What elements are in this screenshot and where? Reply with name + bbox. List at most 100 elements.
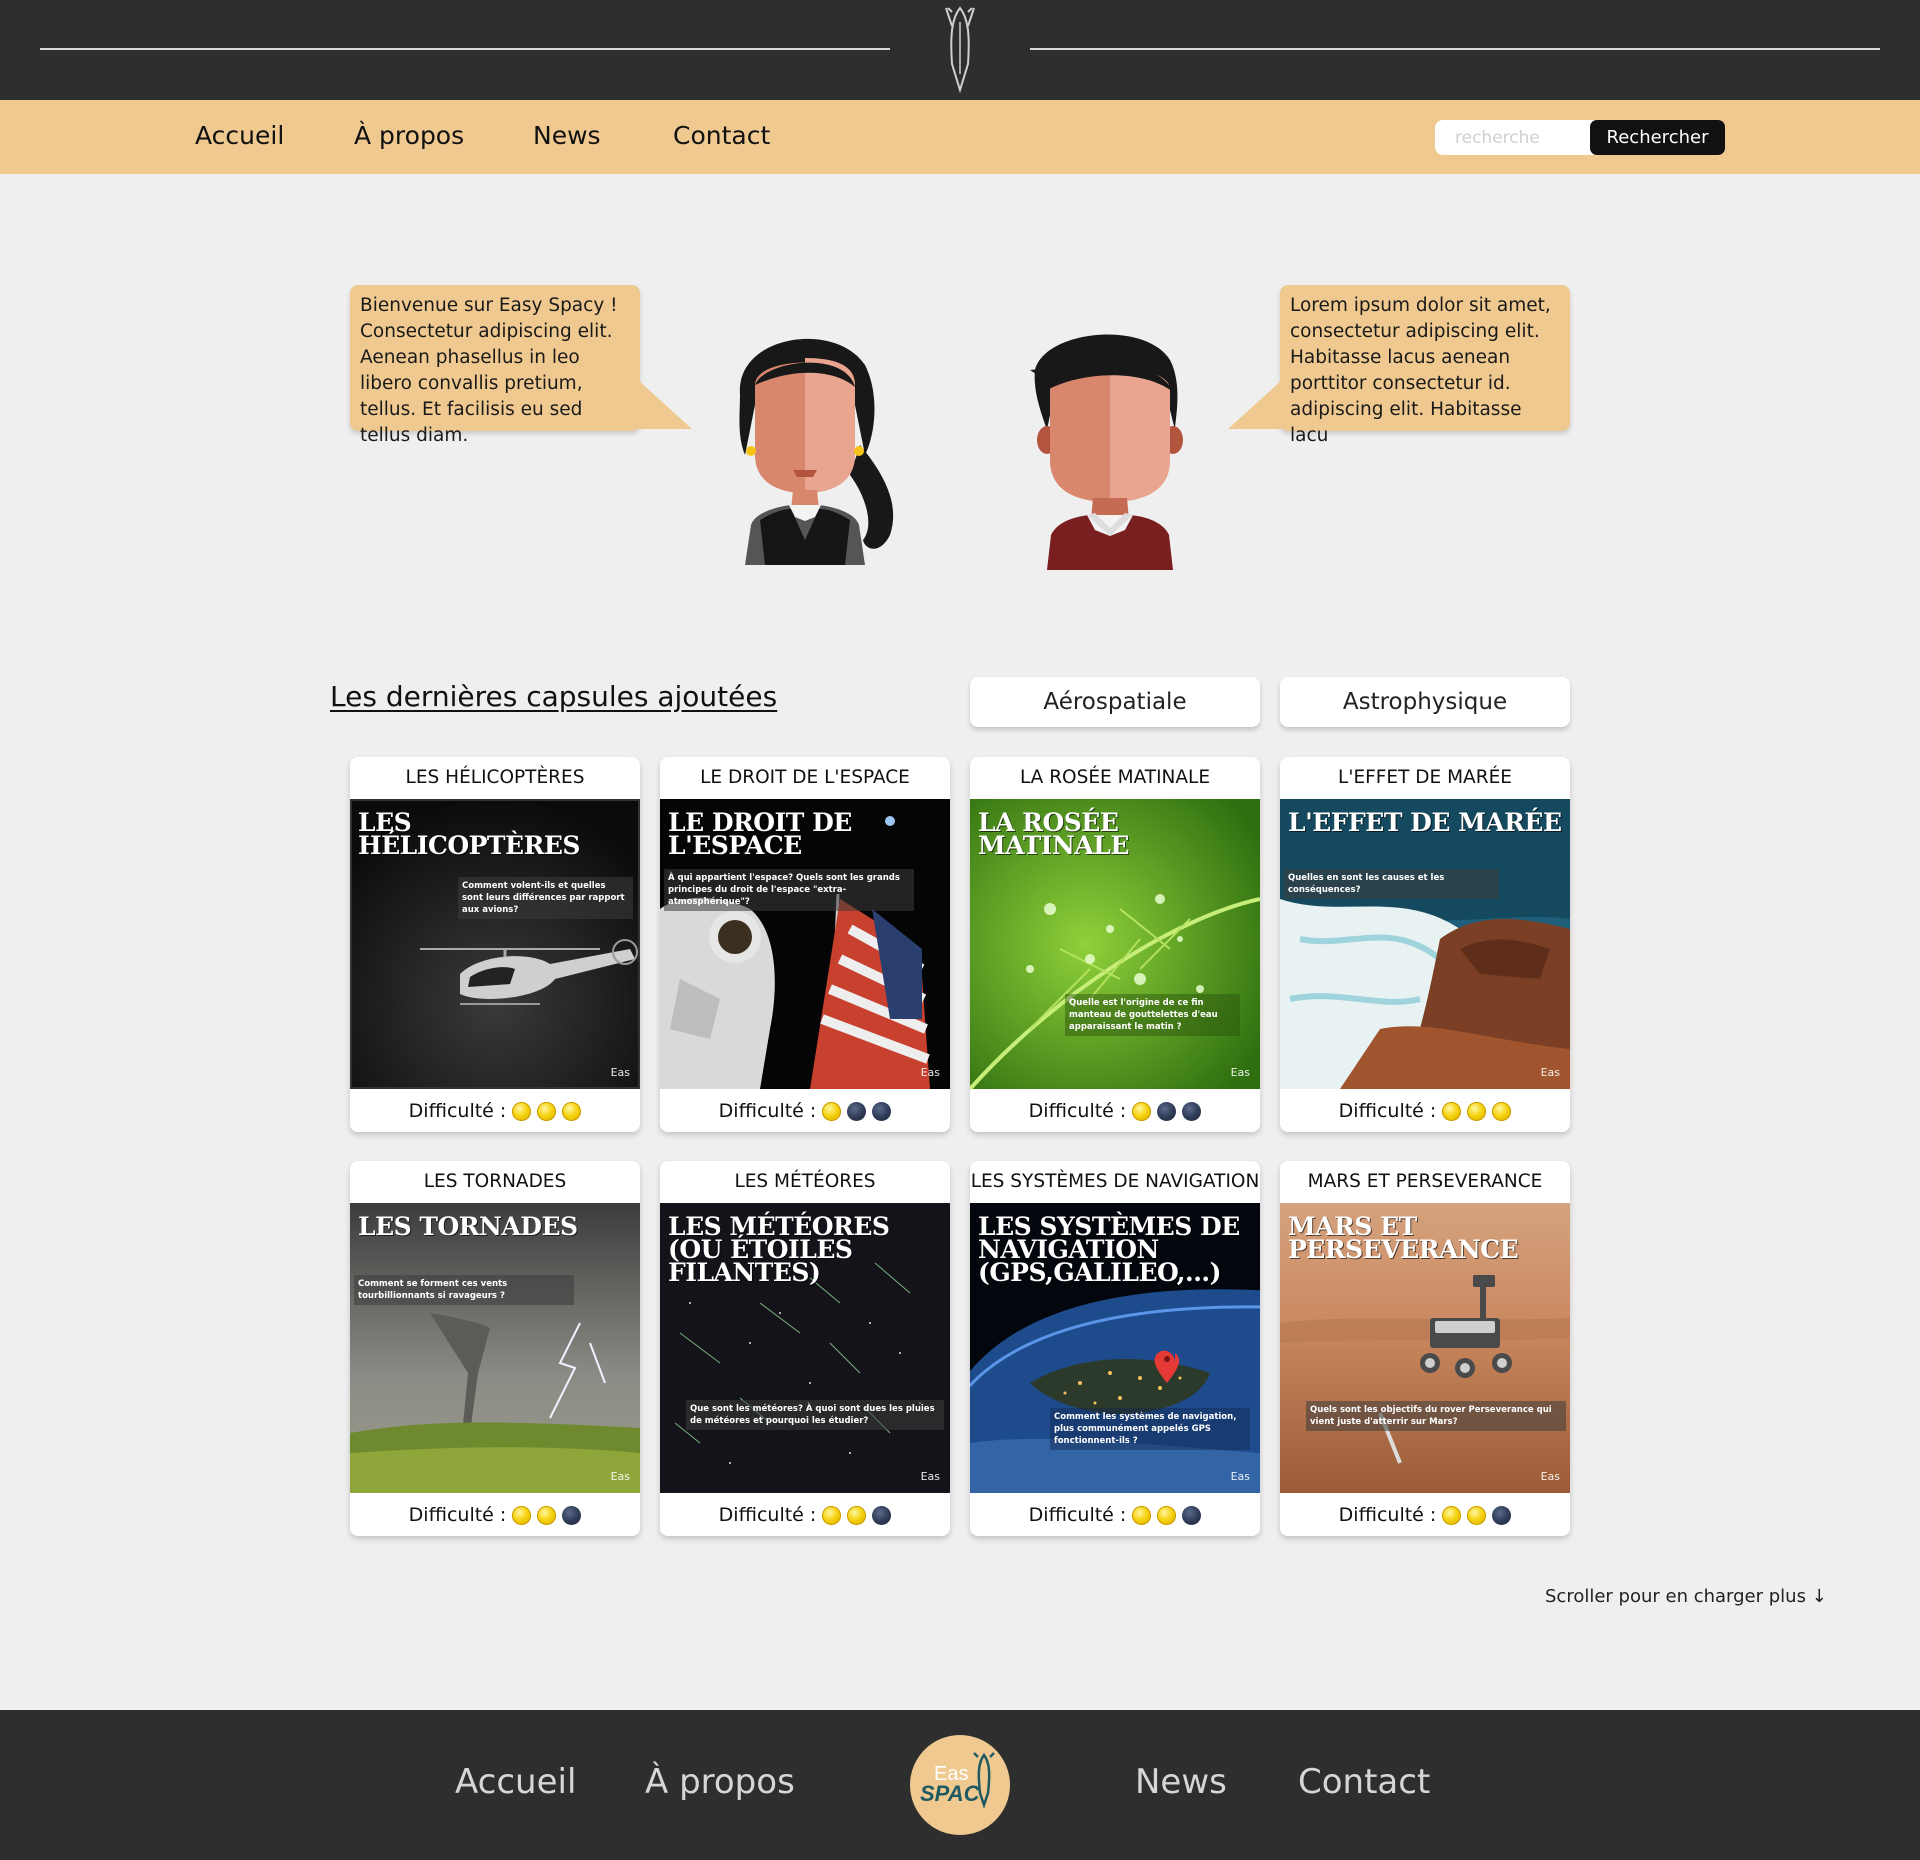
difficulty-label: Difficulté : xyxy=(1338,1503,1437,1526)
difficulty-label: Difficulté : xyxy=(1028,1503,1127,1526)
header-divider-left xyxy=(40,48,890,50)
section-title: Les dernières capsules ajoutées xyxy=(330,680,778,713)
footer-link-contact[interactable]: Contact xyxy=(1298,1762,1430,1802)
difficulty-label: Difficulté : xyxy=(1028,1099,1127,1122)
difficulty-coins xyxy=(506,1504,582,1526)
capsule-card[interactable]: MARS ET PERSEVERANCE Mars et Perseveranc… xyxy=(1280,1161,1570,1536)
capsule-card[interactable]: LE DROIT DE L'ESPACE Le droit de l'espac… xyxy=(660,757,950,1132)
easy-spacy-logo-icon: Eas xyxy=(610,1470,630,1483)
card-image[interactable]: Les météores (ou étoiles filantes) Que s… xyxy=(660,1203,950,1493)
difficulty-coin-filled-icon xyxy=(822,1101,842,1121)
top-header xyxy=(0,0,1920,100)
poster-question: Comment volent-ils et quelles sont leurs… xyxy=(458,877,633,919)
difficulty-coin-empty-icon xyxy=(847,1101,867,1121)
difficulty-coin-empty-icon xyxy=(1182,1101,1202,1121)
card-image[interactable]: Les tornades Comment se forment ces vent… xyxy=(350,1203,640,1493)
main-nav: Accueil À propos News Contact Recherche r xyxy=(0,100,1920,174)
welcome-bubble: Bienvenue sur Easy Spacy ! Consectetur a… xyxy=(350,285,640,446)
bubble-tail-left xyxy=(638,380,692,429)
card-image[interactable]: Mars et Perseverance Quels sont les obje… xyxy=(1280,1203,1570,1493)
difficulty-label: Difficulté : xyxy=(718,1099,817,1122)
card-image[interactable]: La rosée matinale Quelle est l'origine d… xyxy=(970,799,1260,1089)
poster-question: Quelle est l'origine de ce fin manteau d… xyxy=(1065,994,1240,1036)
difficulty-coins xyxy=(816,1504,892,1526)
difficulty-coin-filled-icon xyxy=(1442,1505,1462,1525)
capsule-card[interactable]: LA ROSÉE MATINALE La rosée matinale Quel… xyxy=(970,757,1260,1132)
footer-logo-text-bottom: SPAC xyxy=(920,1781,981,1806)
easy-spacy-logo-icon: Eas xyxy=(610,1066,630,1079)
card-image[interactable]: Les systèmes de navigation (GPS,Galileo,… xyxy=(970,1203,1260,1493)
card-title: LES TORNADES xyxy=(423,1171,567,1192)
female-avatar-icon xyxy=(739,338,894,565)
card-title: LE DROIT DE L'ESPACE xyxy=(700,767,910,788)
poster-title: Mars et Perseverance xyxy=(1288,1212,1519,1264)
footer-link-a-propos[interactable]: À propos xyxy=(645,1762,795,1802)
poster-question: Que sont les météores? À quoi sont dues … xyxy=(686,1400,944,1430)
footer-link-accueil[interactable]: Accueil xyxy=(455,1762,576,1802)
difficulty-coin-empty-icon xyxy=(872,1101,892,1121)
filter-aerospatiale[interactable]: Aérospatiale xyxy=(970,677,1260,727)
poster-title: L'effet de marée xyxy=(1288,808,1562,837)
easy-spacy-logo-icon[interactable]: Eas SPAC xyxy=(910,1735,1010,1835)
footer-link-news[interactable]: News xyxy=(1135,1762,1227,1802)
poster-title: Les hélicoptères xyxy=(358,808,580,860)
difficulty-coins xyxy=(1436,1504,1512,1526)
easy-spacy-logo-icon: Eas xyxy=(920,1066,940,1079)
card-title: LES HÉLICOPTÈRES xyxy=(405,767,585,788)
difficulty-label: Difficulté : xyxy=(408,1099,507,1122)
difficulty-coin-filled-icon xyxy=(1442,1101,1462,1121)
card-difficulty: Difficulté : xyxy=(970,1089,1260,1132)
capsule-card[interactable]: LES HÉLICOPTÈRES Les hélicoptères Commen… xyxy=(350,757,640,1132)
scroll-more-hint: Scroller pour en charger plus ↓ xyxy=(1545,1586,1827,1607)
header-divider-right xyxy=(1030,48,1880,50)
poster-question: Quels sont les objectifs du rover Persev… xyxy=(1306,1401,1566,1431)
poster-question: Comment se forment ces vents tourbillion… xyxy=(354,1275,574,1305)
card-difficulty: Difficulté : xyxy=(1280,1089,1570,1132)
capsule-card[interactable]: LES MÉTÉORES Les météores (ou étoiles fi… xyxy=(660,1161,950,1536)
difficulty-coin-empty-icon xyxy=(1157,1101,1177,1121)
easy-spacy-logo-icon: Eas xyxy=(1230,1066,1250,1079)
difficulty-coin-filled-icon xyxy=(1492,1101,1512,1121)
difficulty-coins xyxy=(1126,1100,1202,1122)
poster-title: La rosée matinale xyxy=(978,808,1129,860)
poster-title: Les météores (ou étoiles filantes) xyxy=(668,1212,890,1287)
difficulty-label: Difficulté : xyxy=(718,1503,817,1526)
search-input[interactable] xyxy=(1435,120,1605,155)
difficulty-coin-filled-icon xyxy=(1157,1505,1177,1525)
card-difficulty: Difficulté : xyxy=(1280,1493,1570,1536)
card-title: LES MÉTÉORES xyxy=(734,1171,876,1192)
search-button[interactable]: Rechercher xyxy=(1590,120,1725,155)
difficulty-coin-empty-icon xyxy=(1492,1505,1512,1525)
difficulty-coin-filled-icon xyxy=(512,1505,532,1525)
easy-spacy-logo-icon: Eas xyxy=(1540,1470,1560,1483)
rocket-logo-icon[interactable] xyxy=(935,4,985,94)
nav-a-propos[interactable]: À propos xyxy=(354,121,464,150)
poster-question: Quelles en sont les causes et les conséq… xyxy=(1284,869,1499,899)
difficulty-coins xyxy=(1126,1504,1202,1526)
nav-news[interactable]: News xyxy=(533,121,601,150)
capsule-card[interactable]: LES SYSTÈMES DE NAVIGATION Les systèmes … xyxy=(970,1161,1260,1536)
bubble-tail-right xyxy=(1228,380,1282,429)
card-title: LES SYSTÈMES DE NAVIGATION xyxy=(970,1171,1260,1192)
card-difficulty: Difficulté : xyxy=(970,1493,1260,1536)
easy-spacy-logo-icon: Eas xyxy=(1540,1066,1560,1079)
card-image[interactable]: Le droit de l'espace À qui appartient l'… xyxy=(660,799,950,1089)
easy-spacy-logo-icon: Eas xyxy=(1230,1470,1250,1483)
lorem-bubble: Lorem ipsum dolor sit amet, consectetur … xyxy=(1280,285,1570,446)
difficulty-coin-filled-icon xyxy=(1132,1505,1152,1525)
filter-astrophysique[interactable]: Astrophysique xyxy=(1280,677,1570,727)
difficulty-coins xyxy=(506,1100,582,1122)
male-avatar-icon xyxy=(1030,334,1183,570)
nav-accueil[interactable]: Accueil xyxy=(195,121,284,150)
card-difficulty: Difficulté : xyxy=(660,1089,950,1132)
tide-coast-photo xyxy=(1280,799,1570,1089)
card-difficulty: Difficulté : xyxy=(660,1493,950,1536)
difficulty-coin-empty-icon xyxy=(1182,1505,1202,1525)
easy-spacy-logo-icon: Eas xyxy=(920,1470,940,1483)
capsule-card[interactable]: LES TORNADES Les tornades Comment se for… xyxy=(350,1161,640,1536)
capsule-card[interactable]: L'EFFET DE MARÉE L'effet de marée Quelle… xyxy=(1280,757,1570,1132)
card-image[interactable]: Les hélicoptères Comment volent-ils et q… xyxy=(350,799,640,1089)
card-difficulty: Difficulté : xyxy=(350,1493,640,1536)
nav-contact[interactable]: Contact xyxy=(673,121,770,150)
card-image[interactable]: L'effet de marée Quelles en sont les cau… xyxy=(1280,799,1570,1089)
